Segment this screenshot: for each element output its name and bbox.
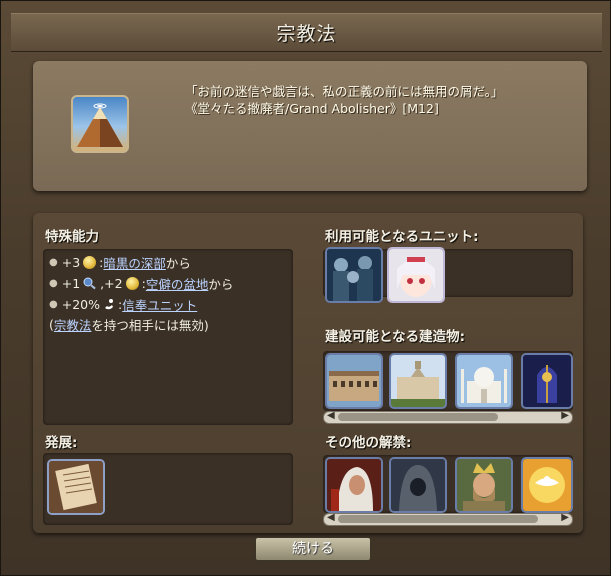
continue-button[interactable]: 続ける [255,537,371,561]
suffix-text: から [208,277,234,292]
zombie-horde-unit-icon[interactable] [325,247,383,303]
suffix-text: から [165,256,191,271]
white-haired-girl-unit-icon[interactable] [387,247,445,303]
science-icon [83,277,97,290]
scroll-thumb[interactable] [338,413,498,421]
scroll-right-icon[interactable]: ▶ [561,512,569,523]
unlocks-scrollbar[interactable]: ◀ ▶ [323,512,573,526]
ability-line-3: ● +20% : 信奉ユニット [49,295,197,314]
hooded-figure-unlock-icon[interactable] [389,457,447,513]
crowned-king-unlock-icon[interactable] [455,457,513,513]
faith-icon [103,298,115,311]
devotee-unit-link[interactable]: 信奉ユニット [122,295,197,314]
bullet-icon: ● [49,299,58,310]
dove-sun-unlock-icon[interactable] [521,457,573,513]
scroll-thumb[interactable] [338,515,538,523]
ability-line-1: ● +3 : 暗黒の深部 から [49,253,191,272]
ability-line-4: ( 宗教法 を持つ相手には無効) [49,315,209,334]
bullet-icon: ● [49,278,58,289]
scroll-left-icon[interactable]: ◀ [327,512,335,523]
science-bonus-value: +1 [61,276,81,291]
available-units-header: 利用可能となるユニット: [325,229,479,245]
lower-panel: 特殊能力 ● +3 : 暗黒の深部 から ● +1 , +2 : 空僻の盆地 か… [33,213,583,533]
faith-bonus-value: +20% [61,297,100,312]
quote-line-2: 《堂々たる撤廃者/Grand Abolisher》[M12] [185,101,439,116]
other-unlocks-header: その他の解禁: [325,435,412,451]
cathedral-building-icon[interactable] [521,353,573,409]
scroll-left-icon[interactable]: ◀ [327,410,335,421]
title-bar: 宗教法 [11,13,602,52]
bullet-icon: ● [49,257,58,268]
gold-bonus-value: +3 [61,255,81,270]
scroll-right-icon[interactable]: ▶ [561,410,569,421]
other-unlocks-box: ◀ ▶ [323,455,573,526]
ability-line-2: ● +1 , +2 : 空僻の盆地 から [49,274,233,293]
quote-panel: 「お前の迷信や戯言は、私の正義の前には無用の屑だ。」 《堂々たる撤廃者/Gran… [33,61,587,191]
scroll-tech-thumbnail[interactable] [47,459,105,515]
gold-bonus-value: +2 [104,276,123,291]
gold-coin-icon [125,277,139,290]
secluded-basin-link[interactable]: 空僻の盆地 [146,274,209,293]
development-box [43,453,293,525]
window-title: 宗教法 [276,23,337,45]
dark-depths-link[interactable]: 暗黒の深部 [103,253,166,272]
buildings-scrollbar[interactable]: ◀ ▶ [323,410,573,424]
religious-law-link[interactable]: 宗教法 [54,315,92,334]
available-units-box [323,247,573,303]
tech-info-window: 宗教法 「お前の迷信や戯言は、私の正義の前には無用の屑だ。」 《堂々たる撤廃者/… [0,0,611,576]
special-abilities-box: ● +3 : 暗黒の深部 から ● +1 , +2 : 空僻の盆地 から ● +… [43,249,293,425]
suffix-text: を持つ相手には無効) [91,318,209,333]
palace-building-icon[interactable] [325,353,383,409]
special-abilities-header: 特殊能力 [45,229,99,245]
taj-mahal-building-icon[interactable] [455,353,513,409]
buildings-box: ◀ ▶ [323,351,573,424]
development-header: 発展: [45,435,78,451]
gold-coin-icon [83,256,97,269]
mansion-building-icon[interactable] [389,353,447,409]
buildings-header: 建設可能となる建造物: [325,329,465,345]
pyramid-icon[interactable] [71,95,129,153]
hooded-monk-unlock-icon[interactable] [325,457,383,513]
